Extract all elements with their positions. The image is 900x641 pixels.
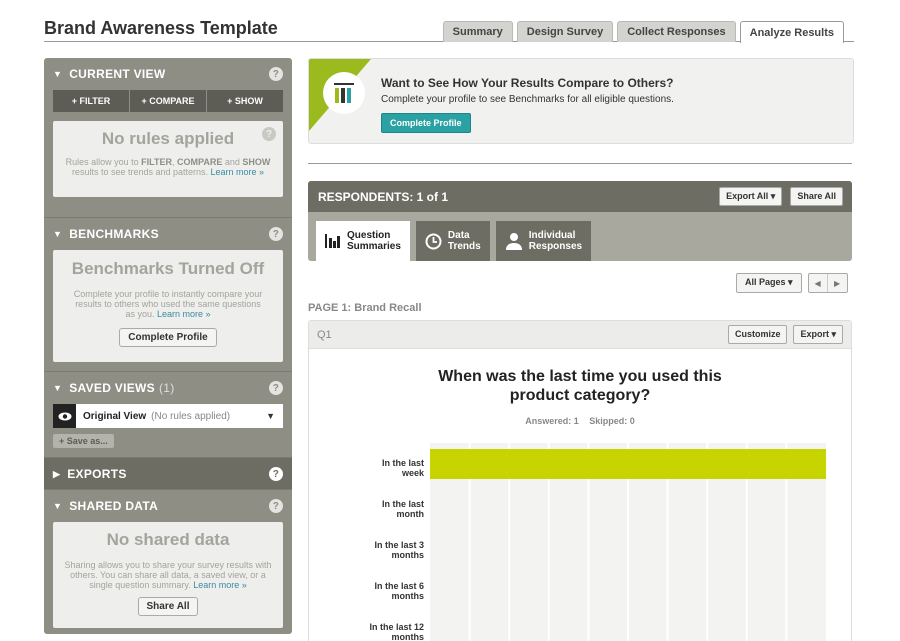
collapse-triangle-icon: ▼ (53, 229, 63, 239)
learn-more-link[interactable]: Learn more » (193, 580, 247, 590)
rules-empty-title: No rules applied (101, 129, 235, 148)
results-view-tabs: Question Summaries Data Trends Individual R… (308, 212, 852, 261)
sidebar: ▼ CURRENT VIEW ? + FILTER + COMPARE + SH… (44, 58, 292, 634)
export-button[interactable]: Export ▾ (793, 325, 843, 344)
question-panel: Q1 Customize Export ▾ When was the last … (308, 320, 852, 641)
saved-view-name: Original View (83, 410, 147, 422)
filter-button[interactable]: + FILTER (53, 90, 130, 112)
show-button[interactable]: + SHOW (207, 90, 283, 112)
current-view-header[interactable]: ▼ CURRENT VIEW ? (44, 58, 292, 90)
all-pages-dropdown[interactable]: All Pages ▾ (736, 273, 802, 293)
current-view-section: ▼ CURRENT VIEW ? + FILTER + COMPARE + SH… (44, 58, 292, 218)
tab-collect-responses[interactable]: Collect Responses (617, 21, 736, 42)
next-page-icon[interactable]: ▶ (828, 274, 847, 292)
eye-icon (53, 404, 76, 428)
category-label: In the last week (382, 458, 425, 478)
rules-empty-text: Rules allow you to FILTER, COMPARE and S… (65, 157, 271, 177)
rules-empty-box: ? No rules applied Rules allow you to FI… (53, 121, 283, 197)
help-icon[interactable]: ? (269, 499, 283, 513)
respondents-header: RESPONDENTS: 1 of 1 Export All ▾ Share A… (308, 181, 852, 212)
expand-triangle-icon: ▶ (53, 468, 61, 479)
exports-title: EXPORTS (67, 467, 127, 481)
bar (430, 449, 826, 479)
promo-text: Complete your profile to see Benchmarks … (381, 94, 674, 105)
saved-view-select[interactable]: Original View (No rules applied) ▼ (53, 404, 283, 428)
help-icon[interactable]: ? (269, 67, 283, 81)
saved-view-desc: (No rules applied) (151, 410, 231, 422)
category-label: In the last 3 months (374, 540, 424, 560)
save-as-button[interactable]: + Save as... (53, 434, 114, 448)
bar-chart-icon (325, 234, 340, 248)
saved-views-title: SAVED VIEWS (69, 381, 155, 395)
view-rules-bar: + FILTER + COMPARE + SHOW (53, 90, 283, 112)
help-icon[interactable]: ? (269, 467, 283, 481)
tab-data-trends[interactable]: Data Trends (415, 221, 490, 261)
learn-more-link[interactable]: Learn more » (211, 167, 265, 177)
skipped-count: Skipped: 0 (589, 416, 635, 426)
pager: ◀ ▶ (807, 273, 848, 293)
collapse-triangle-icon: ▼ (53, 69, 63, 79)
tab-individual-responses[interactable]: Individual Responses (495, 221, 592, 261)
chevron-down-icon: ▼ (266, 411, 275, 421)
current-view-title: CURRENT VIEW (69, 67, 166, 81)
section-divider (308, 163, 852, 164)
tab-design-survey[interactable]: Design Survey (516, 21, 614, 42)
complete-profile-button[interactable]: Complete Profile (119, 328, 217, 347)
share-all-button[interactable]: Share All (137, 597, 199, 616)
learn-more-link[interactable]: Learn more » (157, 309, 211, 319)
share-all-button[interactable]: Share All (790, 187, 843, 206)
saved-views-section: ▼ SAVED VIEWS (1) ? Original View (No ru… (44, 372, 292, 458)
help-icon[interactable]: ? (269, 227, 283, 241)
shared-data-title: SHARED DATA (69, 499, 159, 513)
page-title: Brand Awareness Template (44, 18, 278, 38)
prev-page-icon[interactable]: ◀ (809, 274, 828, 292)
benchmarks-empty-box: Benchmarks Turned Off Complete your prof… (53, 250, 283, 362)
customize-button[interactable]: Customize (727, 325, 788, 344)
question-number: Q1 (317, 328, 332, 341)
exports-header[interactable]: ▶ EXPORTS ? (44, 458, 292, 490)
benchmark-promo: Want to See How Your Results Compare to … (308, 58, 854, 144)
category-label: In the last month (382, 499, 424, 519)
shared-data-section: ▼ SHARED DATA ? No shared data Sharing a… (44, 490, 292, 634)
help-icon[interactable]: ? (269, 381, 283, 395)
shared-data-empty-title: No shared data (106, 530, 230, 549)
collapse-triangle-icon: ▼ (53, 501, 63, 511)
exports-section: ▶ EXPORTS ? (44, 458, 292, 490)
help-icon[interactable]: ? (262, 127, 276, 141)
respondents-panel: RESPONDENTS: 1 of 1 Export All ▾ Share A… (308, 181, 852, 261)
shared-data-empty-text: Sharing allows you to share your survey … (64, 560, 272, 590)
collapse-triangle-icon: ▼ (53, 383, 63, 393)
benchmark-chart-icon (323, 72, 365, 114)
question-header: Q1 Customize Export ▾ (309, 321, 851, 349)
complete-profile-button[interactable]: Complete Profile (381, 113, 471, 133)
pagination: All Pages ▾ ◀ ▶ (736, 273, 848, 293)
respondents-count: RESPONDENTS: 1 of 1 (318, 189, 449, 204)
saved-views-count: (1) (158, 381, 175, 395)
benchmarks-header[interactable]: ▼ BENCHMARKS ? (44, 218, 292, 250)
compare-button[interactable]: + COMPARE (130, 90, 207, 112)
benchmarks-empty-text: Complete your profile to instantly compa… (73, 289, 263, 319)
question-title: When was the last time you used this pro… (438, 368, 722, 404)
clock-icon (425, 233, 442, 249)
main-tabs: Summary Design Survey Collect Responses … (442, 21, 844, 43)
tab-analyze-results[interactable]: Analyze Results (739, 21, 844, 43)
tab-summary[interactable]: Summary (442, 21, 513, 42)
shared-data-header[interactable]: ▼ SHARED DATA ? (44, 490, 292, 522)
promo-heading: Want to See How Your Results Compare to … (381, 76, 674, 90)
shared-data-empty-box: No shared data Sharing allows you to sha… (53, 522, 283, 628)
category-label: In the last 12 months (369, 622, 424, 641)
category-label: In the last 6 months (374, 581, 424, 601)
benchmarks-section: ▼ BENCHMARKS ? Benchmarks Turned Off Com… (44, 218, 292, 372)
answered-count: Answered: 1 (525, 416, 579, 426)
tab-question-summaries[interactable]: Question Summaries (316, 221, 410, 261)
benchmarks-title: BENCHMARKS (69, 227, 159, 241)
page-section-title: PAGE 1: Brand Recall (308, 302, 422, 314)
person-icon (505, 233, 522, 250)
export-all-button[interactable]: Export All ▾ (719, 187, 783, 206)
response-bar-chart: In the last week In the last month In the la… (369, 443, 826, 641)
question-stats: Answered: 1 Skipped: 0 (309, 416, 851, 426)
benchmarks-empty-title: Benchmarks Turned Off (71, 259, 265, 278)
saved-views-header[interactable]: ▼ SAVED VIEWS (1) ? (44, 372, 292, 404)
